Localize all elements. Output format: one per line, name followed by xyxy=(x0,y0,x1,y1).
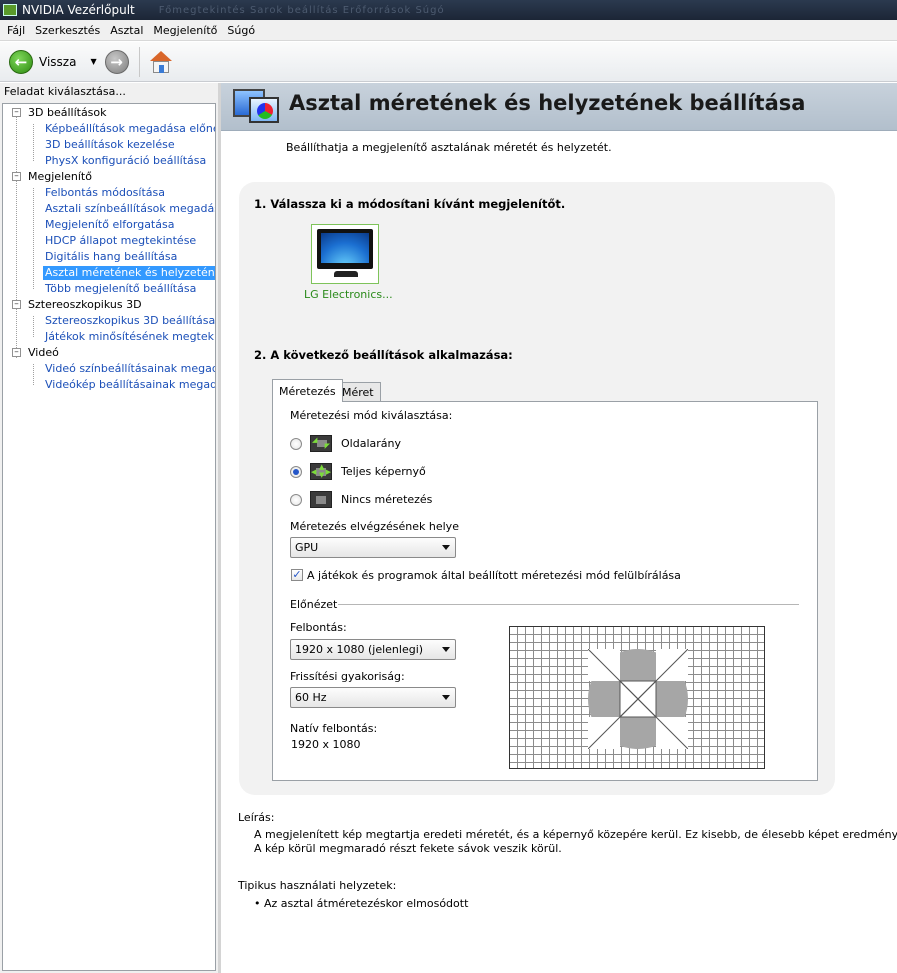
radio-aspect-ratio[interactable] xyxy=(290,438,302,450)
tree-item-physx-config[interactable]: PhysX konfiguráció beállítása xyxy=(45,154,206,168)
usage-item: • Az asztal átméretezéskor elmosódott xyxy=(254,897,469,910)
window-title: NVIDIA Vezérlőpult xyxy=(22,3,135,17)
tree-item-manage-3d-settings[interactable]: 3D beállítások kezelése xyxy=(45,138,175,152)
resolution-value: 1920 x 1080 (jelenlegi) xyxy=(295,643,424,656)
description-line: A kép körül megmaradó részt fekete sávok… xyxy=(254,842,562,855)
task-pane: Feladat kiválasztása... – 3D beállítások… xyxy=(0,83,218,973)
page-subtitle: Beállíthatja a megjelenítő asztalának mé… xyxy=(286,141,612,154)
desktop-size-icon xyxy=(233,87,283,129)
mode-no-scaling-label[interactable]: Nincs méretezés xyxy=(341,493,432,506)
override-label[interactable]: A játékok és programok által beállított … xyxy=(307,569,681,582)
home-icon[interactable] xyxy=(149,50,173,74)
tree-group-video[interactable]: Videó xyxy=(28,346,59,360)
menu-file[interactable]: Fájl xyxy=(2,24,30,37)
toolbar-separator xyxy=(138,46,140,77)
refresh-rate-select[interactable]: 60 Hz xyxy=(290,687,456,708)
menu-edit[interactable]: Szerkesztés xyxy=(30,24,105,37)
tree-item-setup-stereoscopic[interactable]: Sztereoszkopikus 3D beállítása xyxy=(45,314,215,328)
no-scaling-icon xyxy=(310,491,332,508)
display-name[interactable]: LG Electronics... xyxy=(304,288,393,301)
tree-item-digital-audio[interactable]: Digitális hang beállítása xyxy=(45,250,177,264)
mode-full-screen-label[interactable]: Teljes képernyő xyxy=(341,465,426,478)
tree-group-3d-settings[interactable]: 3D beállítások xyxy=(28,106,107,120)
title-bar: NVIDIA Vezérlőpult Főmegtekintés Sarok b… xyxy=(0,0,897,20)
tree-group-stereoscopic-3d[interactable]: Sztereoszkopikus 3D xyxy=(28,298,142,312)
step2-heading: 2. A következő beállítások alkalmazása: xyxy=(254,348,513,362)
collapse-icon[interactable]: – xyxy=(12,108,21,117)
usage-heading: Tipikus használati helyzetek: xyxy=(238,879,397,892)
chevron-down-icon xyxy=(442,647,450,652)
scaling-preview xyxy=(509,626,765,769)
tree-item-rotate-display[interactable]: Megjelenítő elforgatása xyxy=(45,218,174,232)
tab-scaling[interactable]: Méretezés xyxy=(272,379,343,402)
aspect-ratio-icon: ◢ ◤ xyxy=(310,435,332,452)
resolution-label: Felbontás: xyxy=(290,621,347,634)
collapse-icon[interactable]: – xyxy=(12,348,21,357)
description-heading: Leírás: xyxy=(238,811,275,824)
collapse-icon[interactable]: – xyxy=(12,300,21,309)
tree-item-change-resolution[interactable]: Felbontás módosítása xyxy=(45,186,165,200)
tree-line xyxy=(16,116,17,358)
preview-label: Előnézet xyxy=(290,598,338,611)
menu-desktop[interactable]: Asztal xyxy=(105,24,148,37)
perform-scaling-value: GPU xyxy=(295,541,319,554)
tree-item-hdcp-status[interactable]: HDCP állapot megtekintése xyxy=(45,234,196,248)
tree-line xyxy=(33,124,34,161)
forward-arrow-icon[interactable]: → xyxy=(104,49,129,74)
refresh-rate-value: 60 Hz xyxy=(295,691,327,704)
tree-line xyxy=(33,364,34,385)
override-checkbox[interactable]: ✓ xyxy=(291,569,303,581)
tree-item-multiple-displays[interactable]: Több megjelenítő beállítása xyxy=(45,282,196,296)
back-button-label: Vissza xyxy=(39,54,77,69)
display-tile[interactable] xyxy=(311,224,379,284)
description-line: A megjelenített kép megtartja eredeti mé… xyxy=(254,828,897,841)
radio-full-screen[interactable] xyxy=(290,466,302,478)
menu-display[interactable]: Megjelenítő xyxy=(148,24,222,37)
tree-item-desktop-size-position[interactable]: Asztal méretének és helyzetének beállítá… xyxy=(43,266,215,280)
perform-scaling-label: Méretezés elvégzésének helye xyxy=(290,520,459,533)
resolution-select[interactable]: 1920 x 1080 (jelenlegi) xyxy=(290,639,456,660)
nvidia-app-icon xyxy=(3,4,17,16)
tree-item-video-color[interactable]: Videó színbeállításainak megadása xyxy=(45,362,215,376)
tree-line xyxy=(33,188,34,289)
task-tree: – 3D beállítások Képbeállítások megadása… xyxy=(2,103,216,971)
perform-scaling-select[interactable]: GPU xyxy=(290,537,456,558)
test-pattern-graphic xyxy=(588,649,688,749)
menu-bar: Fájl Szerkesztés Asztal Megjelenítő Súgó xyxy=(0,20,897,41)
back-button[interactable]: ← Vissza xyxy=(9,49,77,74)
tree-line xyxy=(33,316,34,337)
page-banner: Asztal méretének és helyzetének beállítá… xyxy=(221,83,897,131)
full-screen-icon: ▲ ▼ ◀ ▶ xyxy=(310,463,332,480)
page-title: Asztal méretének és helyzetének beállítá… xyxy=(289,91,806,115)
content-pane: Asztal méretének és helyzetének beállítá… xyxy=(221,83,897,973)
tree-item-desktop-color[interactable]: Asztali színbeállítások megadása xyxy=(45,202,215,216)
task-pane-header: Feladat kiválasztása... xyxy=(4,85,126,98)
tree-item-game-ratings[interactable]: Játékok minősítésének megtekintése xyxy=(45,330,215,344)
native-resolution-value: 1920 x 1080 xyxy=(291,738,361,751)
title-bar-ghost-text: Főmegtekintés Sarok beállítás Erőforráso… xyxy=(158,4,445,16)
chevron-down-icon xyxy=(442,545,450,550)
mode-aspect-ratio-label[interactable]: Oldalarány xyxy=(341,437,401,450)
menu-help[interactable]: Súgó xyxy=(222,24,260,37)
radio-no-scaling[interactable] xyxy=(290,494,302,506)
history-dropdown-icon[interactable]: ▼ xyxy=(90,57,96,66)
usage-item-text: Az asztal átméretezéskor elmosódott xyxy=(264,897,469,910)
preview-divider xyxy=(338,604,799,605)
toolbar: ← Vissza ▼ → xyxy=(0,42,897,82)
refresh-rate-label: Frissítési gyakoriság: xyxy=(290,670,405,683)
native-resolution-label: Natív felbontás: xyxy=(290,722,378,735)
step1-heading: 1. Válassza ki a módosítani kívánt megje… xyxy=(254,197,566,211)
tree-group-display[interactable]: Megjelenítő xyxy=(28,170,92,184)
chevron-down-icon xyxy=(442,695,450,700)
monitor-icon xyxy=(317,229,373,269)
back-arrow-icon: ← xyxy=(9,49,33,74)
collapse-icon[interactable]: – xyxy=(12,172,21,181)
tree-item-video-image[interactable]: Videókép beállításainak megadása xyxy=(45,378,215,392)
scaling-mode-label: Méretezési mód kiválasztása: xyxy=(290,409,453,422)
tree-item-image-settings-preview[interactable]: Képbeállítások megadása előnézettel xyxy=(45,122,215,136)
